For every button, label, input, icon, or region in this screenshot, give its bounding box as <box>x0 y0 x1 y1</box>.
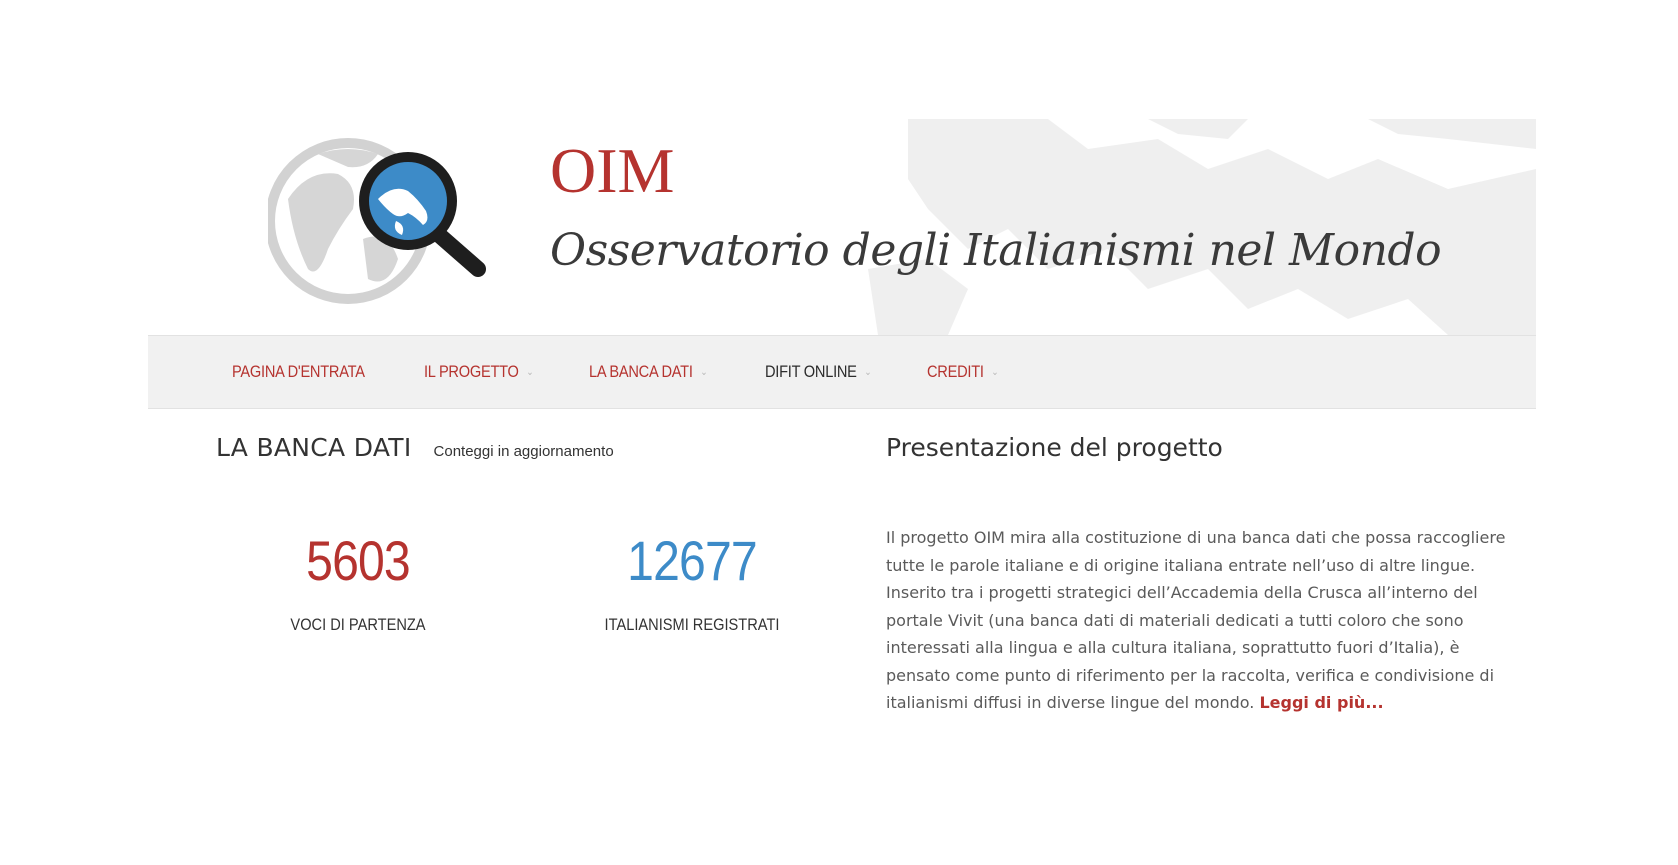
database-section: LA BANCA DATI Conteggi in aggiornamento … <box>216 433 816 634</box>
magnifier-globe-logo <box>268 138 486 304</box>
presentation-body: Il progetto OIM mira alla costituzione d… <box>886 528 1506 712</box>
counter-label: ITALIANISMI REGISTRATI <box>604 615 780 634</box>
counter-label: VOCI DI PARTENZA <box>290 615 426 634</box>
header-banner: OIM Osservatorio degli Italianismi nel M… <box>148 119 1536 335</box>
nav-item-label: IL PROGETTO <box>424 362 519 381</box>
nav-item-pagina-dentrata[interactable]: PAGINA D'ENTRATA <box>232 362 365 382</box>
counter-voci-di-partenza: 5603 VOCI DI PARTENZA <box>228 533 488 635</box>
chevron-down-icon: ⌄ <box>991 366 999 378</box>
database-title: LA BANCA DATI <box>216 433 412 462</box>
chevron-down-icon: ⌄ <box>700 366 708 378</box>
counter-value: 12677 <box>627 529 757 592</box>
main-content: LA BANCA DATI Conteggi in aggiornamento … <box>148 409 1536 749</box>
presentation-section: Presentazione del progetto Il progetto O… <box>886 433 1526 717</box>
nav-item-label: PAGINA D'ENTRATA <box>232 362 365 381</box>
nav-item-la-banca-dati[interactable]: LA BANCA DATI ⌄ <box>589 362 708 382</box>
chevron-down-icon: ⌄ <box>526 366 534 378</box>
counter-value: 5603 <box>306 529 411 592</box>
nav-item-il-progetto[interactable]: IL PROGETTO ⌄ <box>424 362 534 382</box>
counter-italianismi-registrati: 12677 ITALIANISMI REGISTRATI <box>562 533 822 635</box>
database-heading: LA BANCA DATI Conteggi in aggiornamento <box>216 433 816 462</box>
read-more-link[interactable]: Leggi di più... <box>1259 693 1383 712</box>
database-subtitle: Conteggi in aggiornamento <box>433 443 614 460</box>
presentation-title: Presentazione del progetto <box>886 433 1223 462</box>
nav-item-label: CREDITI <box>926 362 984 381</box>
site-title: Osservatorio degli Italianismi nel Mondo <box>550 225 1442 276</box>
nav-item-crediti[interactable]: CREDITI ⌄ <box>926 362 999 382</box>
main-nav: PAGINA D'ENTRATA IL PROGETTO ⌄ LA BANCA … <box>148 335 1536 409</box>
nav-item-label: DIFIT ONLINE <box>765 362 857 381</box>
chevron-down-icon: ⌄ <box>864 366 872 378</box>
nav-item-label: LA BANCA DATI <box>589 362 694 381</box>
presentation-text: Il progetto OIM mira alla costituzione d… <box>886 524 1526 717</box>
page: OIM Osservatorio degli Italianismi nel M… <box>148 119 1536 749</box>
nav-item-difit-online[interactable]: DIFIT ONLINE ⌄ <box>765 362 872 382</box>
site-abbreviation: OIM <box>550 135 675 206</box>
